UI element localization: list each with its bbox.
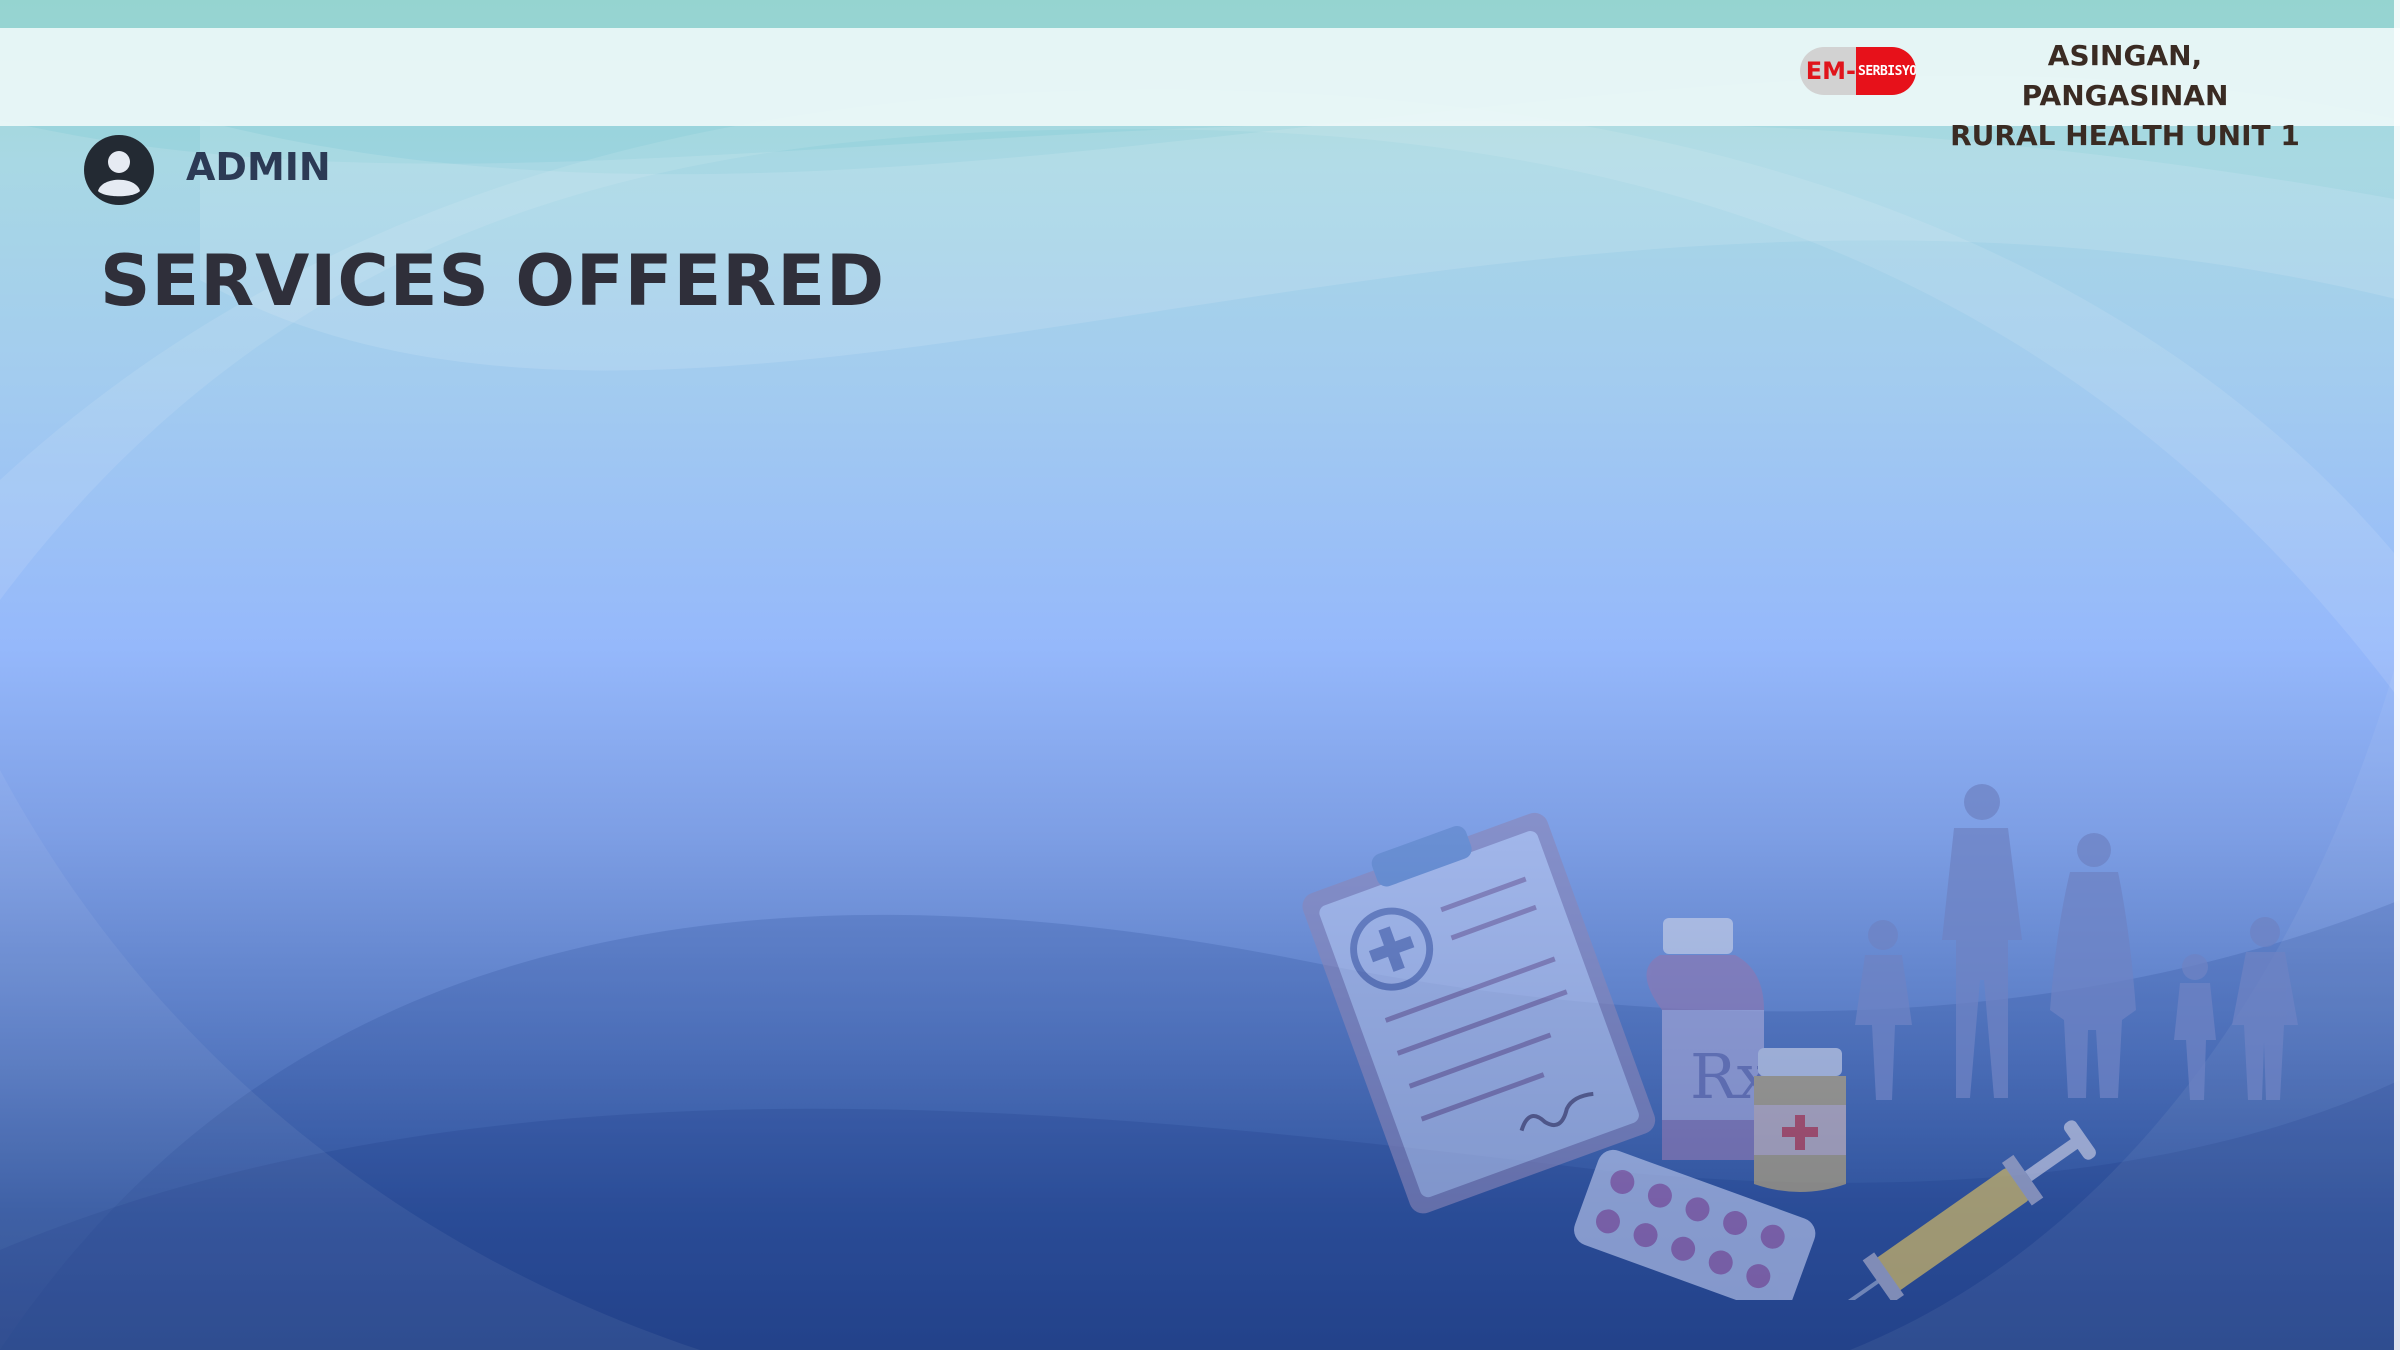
user-avatar-icon[interactable] [84, 135, 154, 205]
logo-right-part: SERBISYO [1856, 47, 1916, 95]
logo-left-part: EM- [1800, 47, 1856, 95]
health-illustration: Rx [1302, 784, 2298, 1300]
right-edge [2394, 0, 2400, 1350]
page-title: SERVICES OFFERED [100, 240, 886, 322]
health-unit-label: ASINGAN, PANGASINAN RURAL HEALTH UNIT 1 [1950, 36, 2300, 156]
family-silhouette-icon [1855, 784, 2298, 1100]
medicine-bottle-icon: Rx [1646, 918, 1846, 1192]
syringe-icon [1815, 1120, 2096, 1300]
location-line-1: ASINGAN, PANGASINAN [2021, 39, 2229, 112]
admin-label[interactable]: ADMIN [186, 145, 331, 189]
location-line-2: RURAL HEALTH UNIT 1 [1950, 119, 2300, 152]
background: Rx [0, 0, 2400, 1350]
em-serbisyo-logo[interactable]: EM- SERBISYO [1800, 47, 1916, 95]
